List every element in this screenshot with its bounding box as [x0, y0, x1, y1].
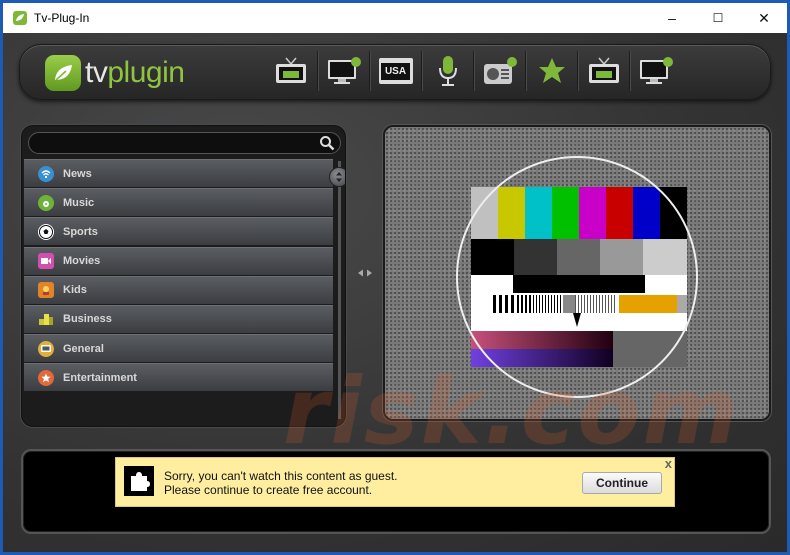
nav-favorites-button[interactable]: [525, 51, 577, 91]
search-box: [28, 132, 341, 154]
category-item-kids[interactable]: Kids: [24, 275, 333, 304]
continue-button[interactable]: Continue: [582, 472, 662, 494]
category-label: Sports: [63, 225, 98, 238]
panel-splitter-handle[interactable]: [358, 269, 372, 279]
microphone-icon: [438, 56, 457, 86]
category-label: News: [63, 167, 92, 180]
tv-general-icon: [38, 340, 54, 357]
category-item-sports[interactable]: Sports: [24, 217, 333, 246]
nav-tv-button[interactable]: [265, 51, 317, 91]
category-label: Movies: [63, 255, 101, 268]
category-item-music[interactable]: Music: [24, 188, 333, 217]
minimize-button[interactable]: –: [649, 3, 695, 33]
usa-tv-icon: USA: [378, 58, 413, 84]
nav-usa-button[interactable]: USA: [369, 51, 421, 91]
radio-icon: [483, 57, 517, 84]
category-label: General: [63, 342, 104, 355]
search-icon: [320, 136, 335, 151]
app-content: tvplugin USA News Music Sports Movies Ki…: [3, 33, 787, 552]
search-button[interactable]: [316, 134, 338, 152]
video-camera-icon: [38, 253, 54, 270]
nav-monitor-2-button[interactable]: [629, 51, 681, 91]
category-label: Music: [63, 196, 95, 209]
puzzle-piece-icon: [124, 466, 154, 496]
frequency-bars: [493, 295, 615, 313]
scroll-thumb[interactable]: [329, 167, 345, 187]
kids-icon: [38, 282, 54, 299]
wifi-icon: [38, 165, 54, 182]
top-navigation-bar: tvplugin USA: [19, 44, 771, 100]
watermark-text: risk.com: [283, 358, 741, 465]
category-label: Entertainment: [63, 371, 137, 384]
brand-prefix: tv: [85, 56, 108, 89]
channel-toolbar: USA: [265, 51, 681, 91]
title-bar[interactable]: Tv-Plug-In – ☐ ✕: [3, 3, 787, 33]
nav-monitor-button[interactable]: [317, 51, 369, 91]
category-item-movies[interactable]: Movies: [24, 246, 333, 275]
scroll-arrows-icon: [336, 172, 342, 182]
brand-suffix: plugin: [107, 56, 185, 89]
usa-label: USA: [380, 62, 411, 80]
music-icon: [38, 194, 54, 211]
nav-radio-button[interactable]: [473, 51, 525, 91]
app-window: Tv-Plug-In – ☐ ✕ tvplugin USA News Music…: [2, 2, 788, 553]
business-icon: [38, 311, 54, 327]
notice-message: Sorry, you can't watch this content as g…: [164, 469, 398, 497]
split-arrows-icon: [358, 269, 372, 277]
brand-name: tvplugin: [85, 56, 185, 90]
search-input[interactable]: [37, 136, 297, 152]
monitor-globe-2-icon: [639, 57, 673, 84]
maximize-button[interactable]: ☐: [695, 3, 741, 33]
maximize-icon: ☐: [712, 11, 724, 25]
nav-radio-talk-button[interactable]: [421, 51, 473, 91]
tv-favorites-icon: [588, 57, 619, 83]
notice-line-2: Please continue to create free account.: [164, 483, 373, 497]
category-item-business[interactable]: Business: [24, 304, 333, 333]
monitor-globe-icon: [327, 57, 361, 84]
close-icon: ✕: [758, 9, 770, 26]
soccer-ball-icon: [38, 223, 54, 240]
category-item-news[interactable]: News: [24, 159, 333, 187]
star-badge-icon: [38, 369, 54, 386]
window-title: Tv-Plug-In: [34, 11, 90, 25]
leaf-logo-icon: [45, 55, 81, 91]
brand-logo: tvplugin: [45, 55, 185, 91]
nav-tv-favorites-button[interactable]: [577, 51, 629, 91]
category-label: Kids: [63, 284, 87, 297]
minimize-icon: –: [668, 10, 676, 26]
tv-icon: [276, 57, 306, 83]
close-button[interactable]: ✕: [741, 3, 787, 33]
notice-line-1: Sorry, you can't watch this content as g…: [164, 469, 398, 483]
star-icon: [538, 58, 565, 83]
app-logo-icon: [12, 10, 28, 26]
category-label: Business: [63, 313, 112, 326]
